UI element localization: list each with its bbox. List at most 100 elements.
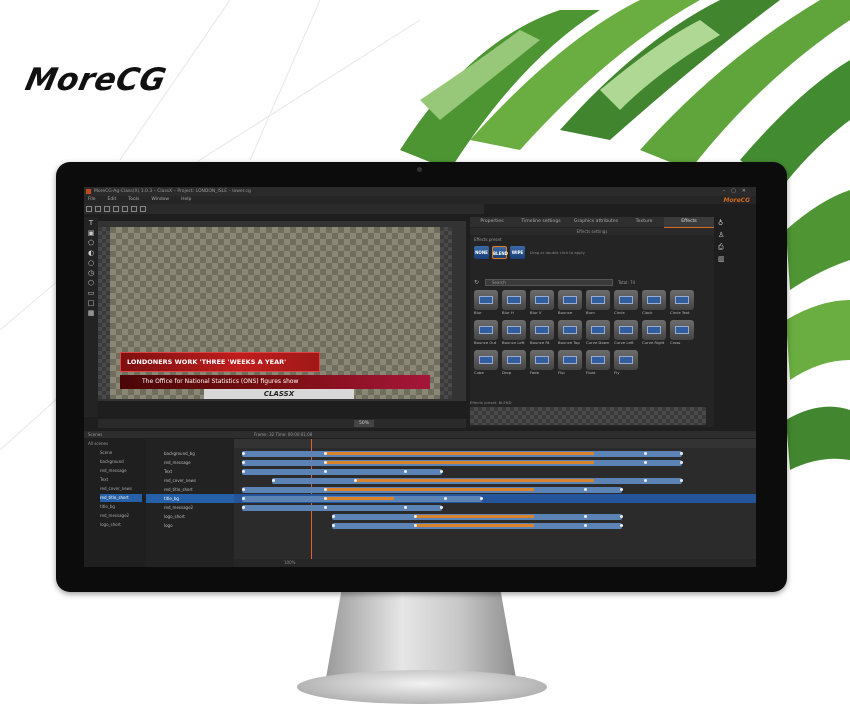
export-icon[interactable] xyxy=(113,206,119,212)
video-tool-icon[interactable]: ▭ xyxy=(87,289,95,297)
effect-thumbnail[interactable]: Flip xyxy=(558,350,582,377)
keyframe-marker[interactable] xyxy=(680,452,683,455)
keyframe-marker[interactable] xyxy=(680,461,683,464)
keyframe-marker[interactable] xyxy=(242,506,245,509)
refresh-icon[interactable]: ↻ xyxy=(474,279,479,286)
keyframe-marker[interactable] xyxy=(644,479,647,482)
keyframe-marker[interactable] xyxy=(242,461,245,464)
open-folder-icon[interactable] xyxy=(95,206,101,212)
scene-item[interactable]: red_message2 xyxy=(100,512,142,520)
effect-thumbnail[interactable]: Float xyxy=(586,350,610,377)
preset-blend-button[interactable]: BLEND xyxy=(492,246,508,259)
keyframe-marker[interactable] xyxy=(620,488,623,491)
keyframe-marker[interactable] xyxy=(324,488,327,491)
effect-thumbnail[interactable]: Cube xyxy=(474,350,498,377)
track-row[interactable] xyxy=(234,521,756,530)
keyframe-marker[interactable] xyxy=(644,461,647,464)
keyframe-marker[interactable] xyxy=(584,524,587,527)
effect-thumbnail[interactable]: Bounce Top xyxy=(558,320,582,347)
effect-thumbnail[interactable]: Curve Left xyxy=(614,320,638,347)
keyframe-marker[interactable] xyxy=(242,470,245,473)
effect-thumbnail[interactable]: Circle Text xyxy=(670,290,694,317)
effect-thumbnail[interactable]: Blur H xyxy=(502,290,526,317)
tab-timeline-settings[interactable]: Timeline settings xyxy=(514,217,568,227)
effect-thumbnail[interactable]: Bounce Left xyxy=(502,320,526,347)
tab-properties[interactable]: Properties xyxy=(470,217,514,227)
scene-item[interactable]: red_message xyxy=(100,467,142,475)
library-icon[interactable]: ▥ xyxy=(718,255,726,263)
keyframe-marker[interactable] xyxy=(324,452,327,455)
lower-third-headline[interactable]: LONDONERS WORK 'THREE 'WEEKS A YEAR' xyxy=(120,352,320,372)
track-clip[interactable] xyxy=(242,504,442,511)
track-row[interactable] xyxy=(234,467,756,476)
keyframe-marker[interactable] xyxy=(620,524,623,527)
shape-tool-icon[interactable]: ⬠ xyxy=(87,239,95,247)
track-row[interactable] xyxy=(234,458,756,467)
menu-help[interactable]: Help xyxy=(181,197,191,202)
keyframe-marker[interactable] xyxy=(272,479,275,482)
tab-texture[interactable]: Texture xyxy=(624,217,664,227)
keyframe-marker[interactable] xyxy=(324,497,327,500)
layer-item[interactable]: red_cover_news xyxy=(146,476,234,485)
keyframe-marker[interactable] xyxy=(242,452,245,455)
scene-item[interactable]: Scene xyxy=(100,449,142,457)
layer-item[interactable]: background_bg xyxy=(146,449,234,458)
timeline-zoom[interactable]: 100% xyxy=(284,560,295,565)
layer-item[interactable]: red_title_short xyxy=(146,485,234,494)
scene-item[interactable]: title_bg xyxy=(100,503,142,511)
effect-thumbnail[interactable]: Burn xyxy=(586,290,610,317)
effect-thumbnail[interactable]: Bounce xyxy=(558,290,582,317)
window-controls[interactable]: –▢✕ xyxy=(723,187,752,196)
keyframe-marker[interactable] xyxy=(680,479,683,482)
timeline-ruler[interactable] xyxy=(234,439,756,448)
text-tool-icon[interactable]: T xyxy=(87,219,95,227)
scene-item[interactable]: red_cover_news xyxy=(100,485,142,493)
track-row[interactable] xyxy=(234,449,756,458)
ellipse-tool-icon[interactable]: ○ xyxy=(87,259,95,267)
settings-icon[interactable] xyxy=(131,206,137,212)
effect-thumbnail[interactable]: Bounce Out xyxy=(474,320,498,347)
layer-item[interactable]: logo_short xyxy=(146,512,234,521)
effects-search-input[interactable]: Search xyxy=(485,279,613,286)
keyframe-marker[interactable] xyxy=(404,506,407,509)
preset-wipe-button[interactable]: WIPE xyxy=(510,246,525,259)
keyframe-marker[interactable] xyxy=(584,488,587,491)
scene-item[interactable]: Text xyxy=(100,476,142,484)
keyframe-marker[interactable] xyxy=(444,497,447,500)
timeline-tracks[interactable] xyxy=(234,439,756,567)
keyframe-marker[interactable] xyxy=(414,524,417,527)
menu-file[interactable]: File xyxy=(88,197,96,202)
lower-third-ticker[interactable]: CLASSX xyxy=(204,389,354,399)
effect-thumbnail[interactable]: Fly xyxy=(614,350,638,377)
keyframe-marker[interactable] xyxy=(324,506,327,509)
bulb-icon[interactable]: ♁ xyxy=(718,219,726,227)
eye-icon[interactable] xyxy=(122,206,128,212)
preview-canvas[interactable] xyxy=(110,227,440,399)
keyframe-marker[interactable] xyxy=(480,497,483,500)
layer-item[interactable]: red_message2 xyxy=(146,503,234,512)
image-tool-icon[interactable]: ▣ xyxy=(87,229,95,237)
person-icon[interactable]: ♙ xyxy=(718,231,726,239)
keyframe-marker[interactable] xyxy=(414,515,417,518)
effect-thumbnail[interactable]: Curve Down xyxy=(586,320,610,347)
keyframe-marker[interactable] xyxy=(440,506,443,509)
circle-tool-icon[interactable]: ◐ xyxy=(87,249,95,257)
layer-item[interactable]: logo xyxy=(146,521,234,530)
menu-tools[interactable]: Tools xyxy=(128,197,139,202)
keyframe-marker[interactable] xyxy=(324,470,327,473)
new-file-icon[interactable] xyxy=(86,206,92,212)
scene-item[interactable]: logo_short xyxy=(100,521,142,529)
keyframe-marker[interactable] xyxy=(242,488,245,491)
keyframe-marker[interactable] xyxy=(644,452,647,455)
track-clip[interactable] xyxy=(242,468,442,475)
effect-thumbnail[interactable]: Cross xyxy=(670,320,694,347)
track-row[interactable] xyxy=(234,512,756,521)
keyframe-marker[interactable] xyxy=(354,479,357,482)
keyframe-marker[interactable] xyxy=(332,524,335,527)
effect-thumbnail[interactable]: Curve Right xyxy=(642,320,666,347)
screen-tool-icon[interactable]: □ xyxy=(87,299,95,307)
effect-thumbnail[interactable]: Circle xyxy=(614,290,638,317)
layer-item[interactable]: red_message xyxy=(146,458,234,467)
effect-thumbnail[interactable]: Drop xyxy=(502,350,526,377)
preset-none-button[interactable]: NONE xyxy=(474,246,489,259)
